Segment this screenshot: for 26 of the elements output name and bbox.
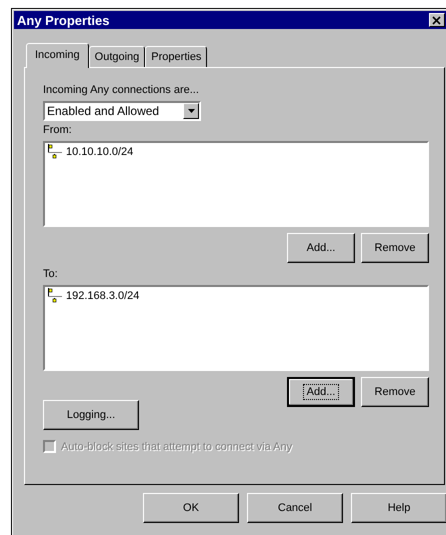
button[interactable]: OK (143, 493, 239, 523)
dropdown[interactable]: Enabled and Allowed (43, 101, 201, 121)
list-box[interactable]: 10.10.10.0/24 (43, 141, 429, 227)
list-item[interactable]: 10.10.10.0/24 (66, 146, 134, 158)
tab[interactable]: Properties (145, 46, 208, 67)
window-title: Any Properties (17, 12, 110, 28)
field-label: Incoming Any connections are... (43, 84, 200, 98)
list-box[interactable]: 192.168.3.0/24 (43, 285, 429, 371)
button[interactable]: Add... (287, 233, 355, 263)
button[interactable]: Remove (361, 233, 429, 263)
button[interactable]: Cancel (247, 493, 343, 523)
dropdown-arrow-icon (188, 109, 194, 113)
list-item[interactable]: 192.168.3.0/24 (66, 290, 140, 302)
network-icon (47, 288, 63, 304)
tab[interactable]: Incoming (26, 43, 89, 68)
button[interactable]: Add... (287, 377, 355, 407)
button[interactable]: Logging... (43, 400, 139, 430)
field-label: To: (43, 268, 59, 282)
network-icon (47, 144, 63, 160)
tab[interactable]: Outgoing (88, 46, 146, 67)
button[interactable]: Remove (361, 377, 429, 407)
close-button[interactable] (429, 13, 445, 27)
button[interactable]: Help (351, 493, 446, 523)
close-icon (432, 16, 442, 24)
checkbox-label: Auto-block sites that attempt to connect via Any (61, 440, 292, 452)
field-label: From: (43, 124, 73, 138)
